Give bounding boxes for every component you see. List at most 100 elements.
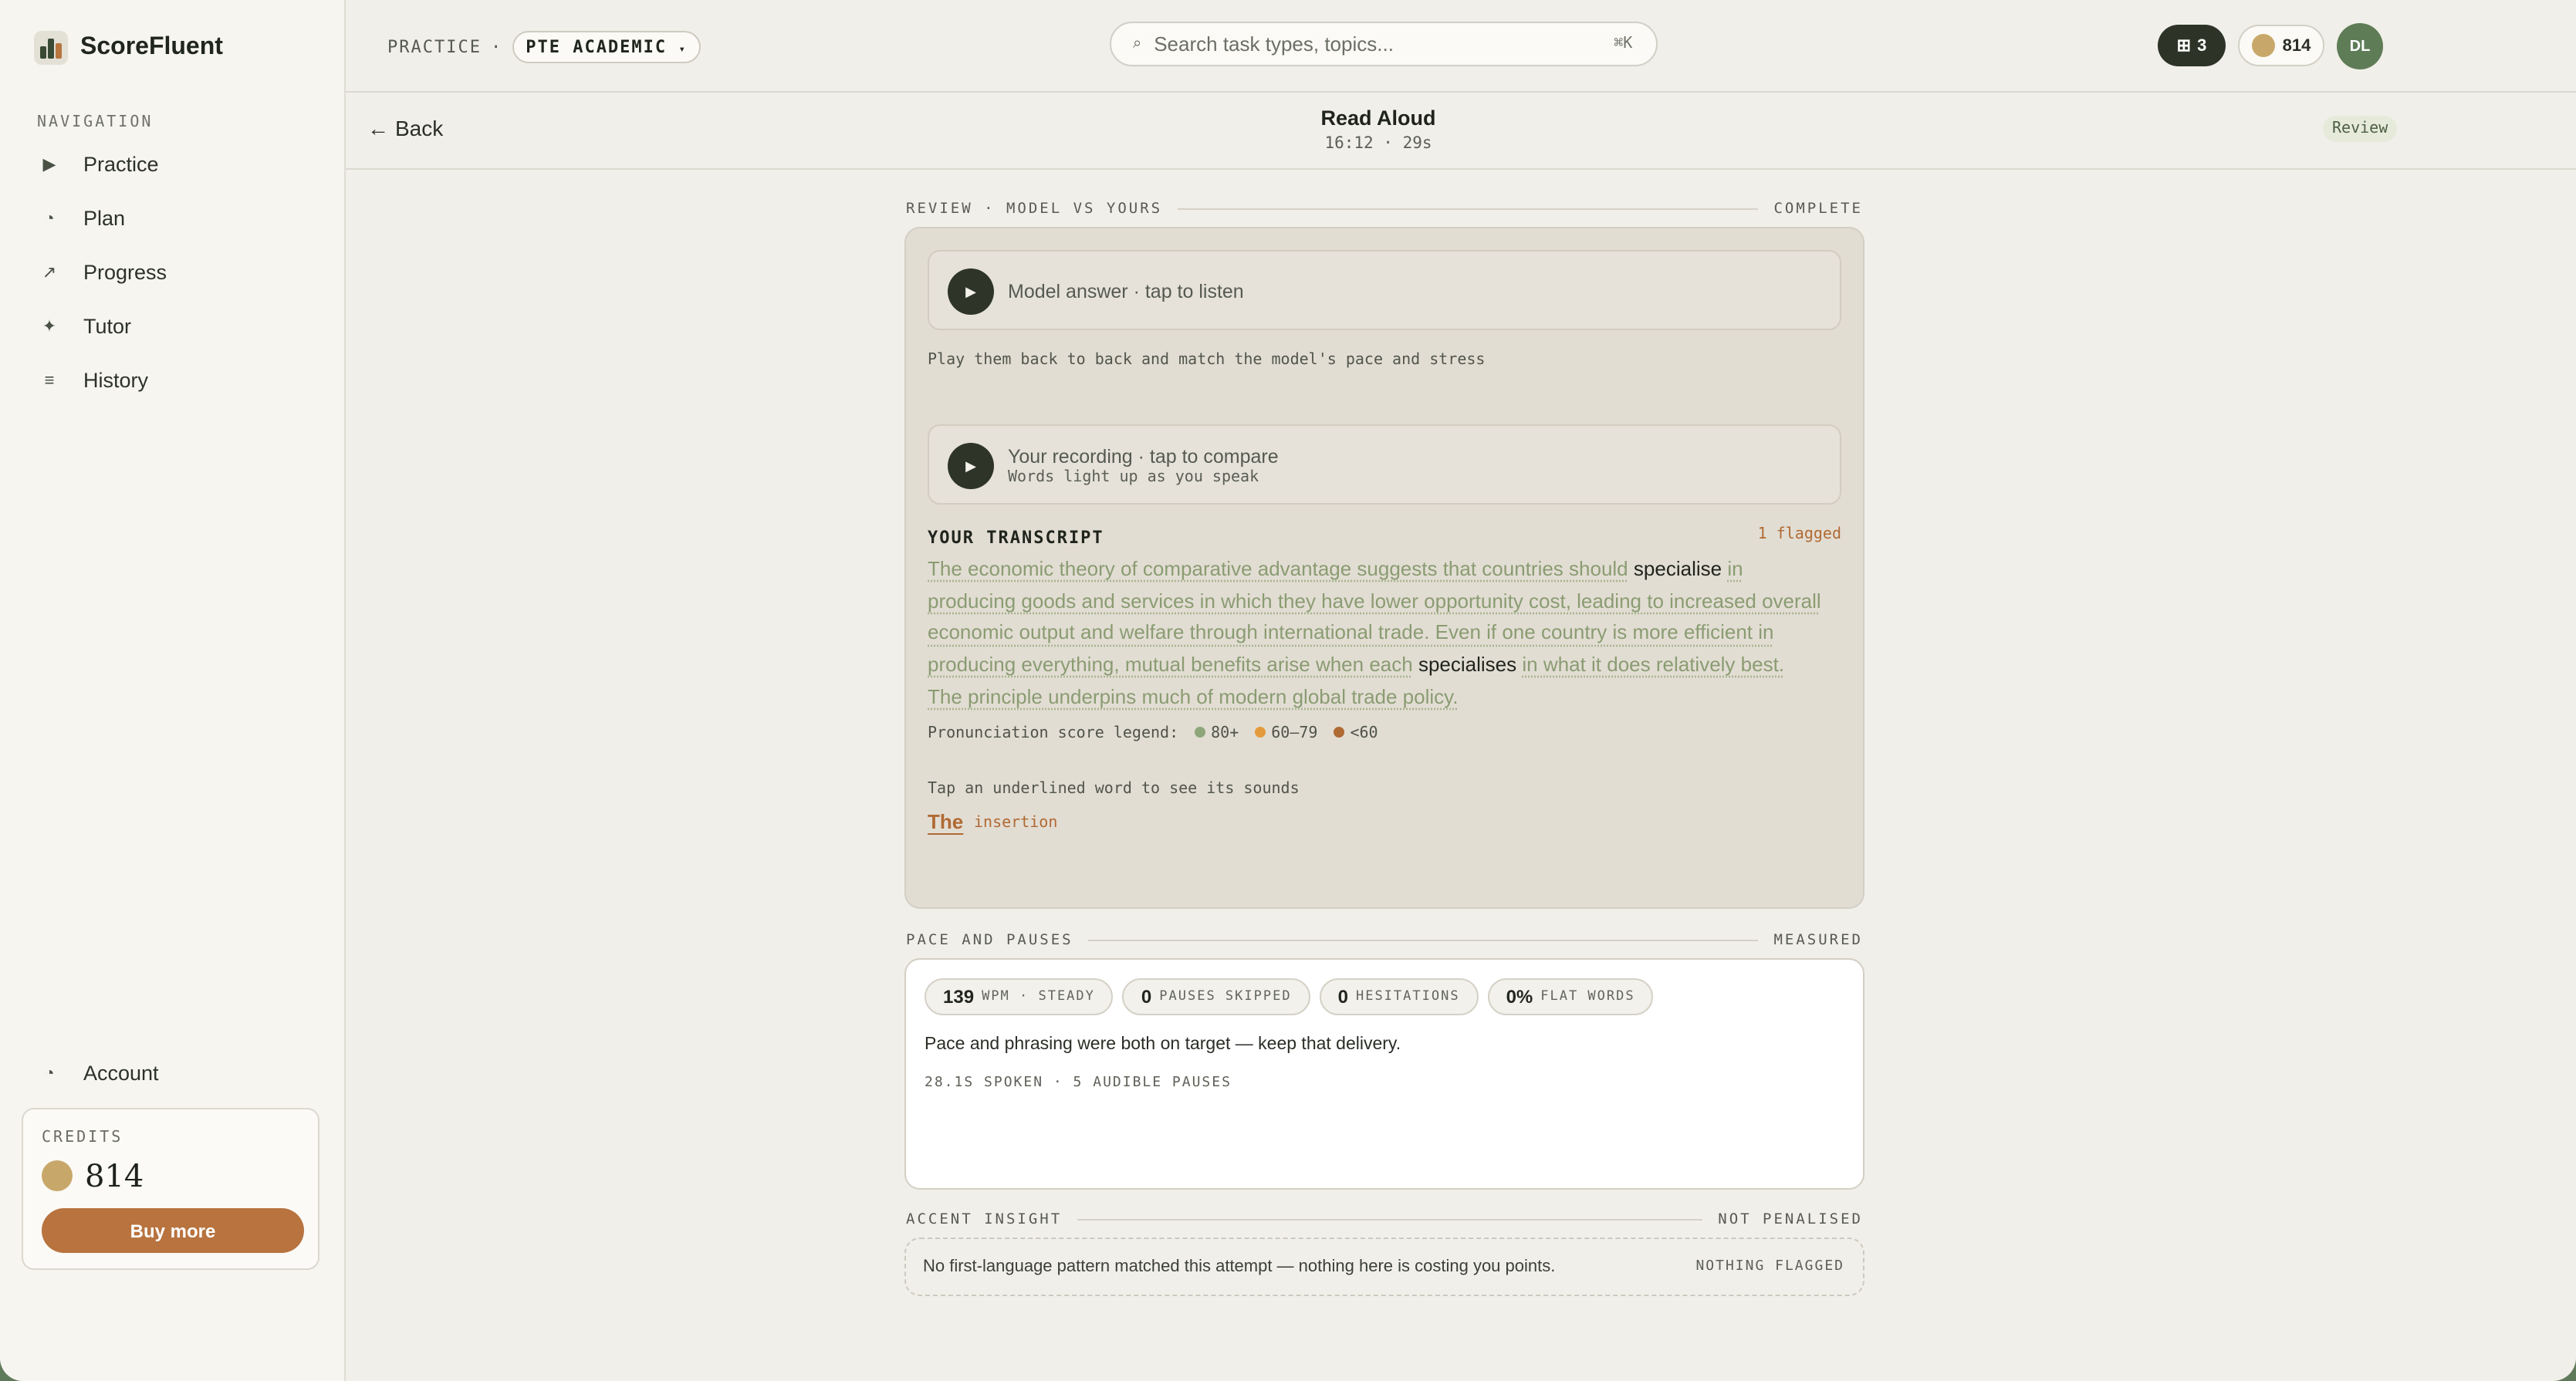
buy-more-button[interactable]: Buy more: [42, 1208, 304, 1253]
review-card: ▶ Model answer · tap to listen Play them…: [904, 227, 1864, 909]
play-icon[interactable]: ▶: [948, 268, 994, 315]
score-legend: Pronunciation score legend: 80+ 60–79 <6…: [928, 725, 1378, 742]
legend-dot: [1194, 727, 1205, 738]
stat-value: 0: [1337, 986, 1348, 1008]
breadcrumb-separator: ·: [490, 37, 503, 57]
transcript-segment: specialises: [1418, 653, 1517, 677]
pie-icon: ◔: [44, 209, 55, 228]
sparkle-icon: ✦: [42, 318, 57, 336]
sidebar-item-account[interactable]: ◔ Account: [22, 1046, 324, 1100]
stat-chip: 0 PAUSES SKIPPED: [1122, 978, 1310, 1015]
legend-label: Pronunciation score legend:: [928, 725, 1179, 742]
exam-selector-label: PTE ACADEMIC: [526, 37, 668, 57]
brand-name: ScoreFluent: [80, 34, 223, 60]
pace-meta: 28.1S SPOKEN · 5 AUDIBLE PAUSES: [925, 1075, 1232, 1091]
pace-card: 139 WPM · STEADY 0 PAUSES SKIPPED 0 HESITAT…: [904, 958, 1864, 1190]
legend-item-label: 60–79: [1271, 725, 1318, 742]
credits-label: CREDITS: [42, 1129, 123, 1146]
sidebar-item-label: Tutor: [83, 315, 132, 338]
sidebar-item-practice[interactable]: ▶ Practice: [22, 137, 324, 191]
stat-label: PAUSES SKIPPED: [1159, 989, 1292, 1005]
section-status: MEASURED: [1773, 931, 1863, 948]
credits-balance: 814: [42, 1157, 144, 1194]
page-title: Read Aloud: [1320, 106, 1436, 130]
list-icon: ≡: [44, 371, 55, 390]
brand[interactable]: ScoreFluent: [34, 31, 223, 65]
legend-item-label: <60: [1350, 725, 1378, 742]
sidebar-item-label: Account: [83, 1062, 159, 1085]
stat-chip: 0 HESITATIONS: [1319, 978, 1479, 1015]
pace-stats: 139 WPM · STEADY 0 PAUSES SKIPPED 0 HESITAT…: [925, 978, 1654, 1015]
section-title: PACE AND PAUSES: [906, 931, 1073, 948]
sidebar-item-history[interactable]: ≡ History: [22, 353, 324, 407]
transcript-segment: specialise: [1633, 557, 1722, 580]
divider: [1077, 1218, 1703, 1220]
stat-value: 0%: [1506, 986, 1533, 1008]
search-bar[interactable]: ⌕ ⌘K: [1110, 22, 1658, 66]
nav-heading: NAVIGATION: [37, 114, 154, 131]
avatar[interactable]: DL: [2337, 23, 2383, 69]
legend-item: <60: [1333, 725, 1378, 742]
section-status: COMPLETE: [1773, 200, 1863, 217]
sidebar-item-progress[interactable]: ↗ Progress: [22, 245, 324, 299]
streak-count: 3: [2197, 36, 2207, 55]
play-icon[interactable]: ▶: [948, 443, 994, 489]
account-icon: ◔: [44, 1064, 55, 1082]
section-title: REVIEW · MODEL VS YOURS: [906, 200, 1163, 217]
app-window: ScoreFluent NAVIGATION ▶ Practice ◔ Plan…: [0, 0, 2576, 1381]
streak-badge[interactable]: ⊞ 3: [2158, 25, 2226, 66]
stat-label: HESITATIONS: [1355, 989, 1460, 1005]
search-input[interactable]: [1151, 31, 1605, 57]
play-icon: ▶: [42, 156, 56, 174]
divider: [1088, 939, 1759, 940]
transcript: The economic theory of comparative advan…: [928, 554, 1823, 714]
accent-message: No first-language pattern matched this a…: [923, 1258, 1556, 1276]
sidebar-item-plan[interactable]: ◔ Plan: [22, 191, 324, 245]
model-answer-label: Model answer · tap to listen: [1008, 281, 1244, 302]
exam-selector[interactable]: PTE ACADEMIC ▾: [512, 31, 701, 63]
stat-chip: 139 WPM · STEADY: [925, 978, 1114, 1015]
stat-value: 139: [943, 986, 975, 1008]
sidebar-item-label: Progress: [83, 261, 167, 284]
logo-icon: [34, 31, 68, 65]
compare-hint: Play them back to back and match the mod…: [928, 352, 1486, 369]
sidebar-item-label: History: [83, 369, 149, 392]
chevron-down-icon: ▾: [678, 43, 687, 56]
task-header: ← Back Read Aloud 16:12 · 29s Review: [346, 93, 2576, 170]
task-meta: 16:12 · 29s: [1324, 134, 1432, 153]
accent-section-label: ACCENT INSIGHT NOT PENALISED: [906, 1208, 1863, 1230]
word-hint: Tap an underlined word to see its sounds: [928, 781, 1300, 798]
coin-icon: [2251, 34, 2275, 57]
coin-icon: [42, 1160, 73, 1191]
sidebar-item-tutor[interactable]: ✦ Tutor: [22, 299, 324, 353]
grid-icon: ⊞: [2176, 37, 2192, 56]
stat-label: WPM · STEADY: [982, 989, 1095, 1005]
legend-item: 60–79: [1254, 725, 1317, 742]
account-section: ◔ Account: [22, 1046, 324, 1100]
legend-item-label: 80+: [1211, 725, 1239, 742]
pace-section-label: PACE AND PAUSES MEASURED: [906, 929, 1863, 950]
sidebar-item-label: Practice: [83, 153, 159, 176]
breadcrumb: PRACTICE · PTE ACADEMIC ▾: [387, 31, 701, 63]
credits-pill[interactable]: 814: [2238, 25, 2324, 66]
sidebar-item-label: Plan: [83, 207, 126, 230]
legend-item: 80+: [1194, 725, 1239, 742]
section-title: ACCENT INSIGHT: [906, 1210, 1063, 1227]
arrow-up-right-icon: ↗: [42, 264, 57, 282]
transcript-segment[interactable]: The economic theory of comparative advan…: [928, 557, 1628, 580]
recording-label: Your recording · tap to compare: [1008, 446, 1279, 468]
credits-count: 814: [2282, 36, 2311, 55]
flagged-word[interactable]: The: [928, 810, 963, 833]
top-bar: PRACTICE · PTE ACADEMIC ▾ ⌕ ⌘K ⊞ 3 814 D…: [346, 0, 2576, 93]
flagged-word-type: insertion: [974, 815, 1058, 832]
accent-card: No first-language pattern matched this a…: [904, 1237, 1864, 1296]
section-status: NOT PENALISED: [1718, 1210, 1863, 1227]
credits-value: 814: [85, 1157, 144, 1194]
breadcrumb-root[interactable]: PRACTICE: [387, 37, 482, 57]
divider: [1178, 208, 1759, 209]
pace-message: Pace and phrasing were both on target — …: [925, 1035, 1401, 1054]
search-shortcut: ⌘K: [1614, 35, 1633, 52]
accent-status: NOTHING FLAGGED: [1695, 1259, 1844, 1275]
model-answer-player[interactable]: ▶ Model answer · tap to listen: [928, 250, 1841, 330]
recording-player[interactable]: ▶ Your recording · tap to compare Words …: [928, 424, 1841, 505]
